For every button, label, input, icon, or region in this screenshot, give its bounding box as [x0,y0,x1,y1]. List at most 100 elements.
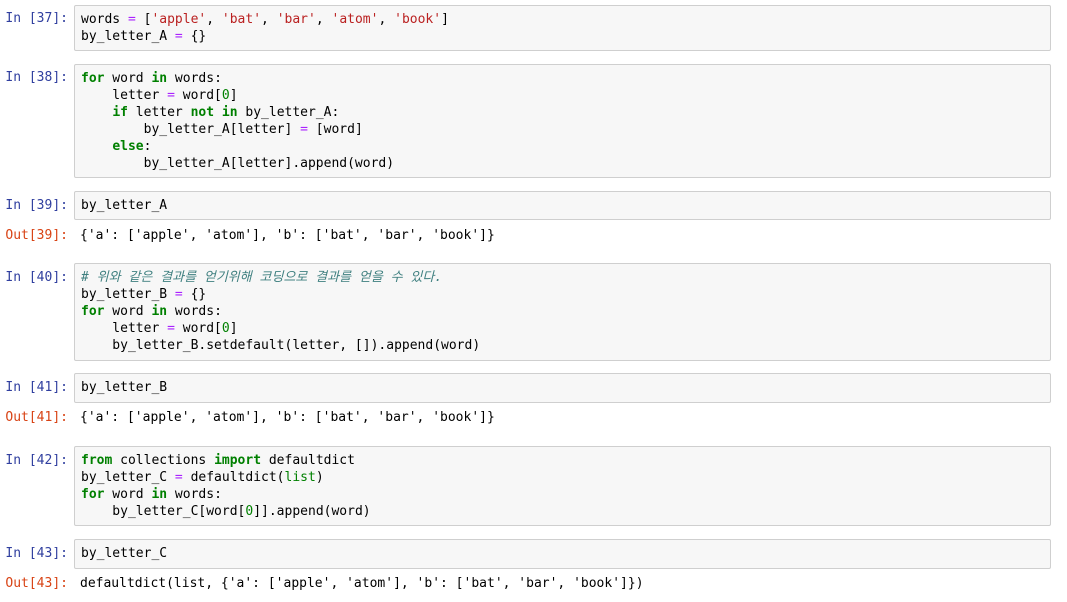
code-token: for [81,71,105,86]
code-cell[interactable]: from collections import defaultdict by_le… [74,446,1051,526]
code-token: in [221,105,238,120]
input-prompt: In [41]: [5,380,68,395]
code-line: if letter not in by_letter_A: [81,104,1044,121]
cell-output: {'a': ['apple', 'atom'], 'b': ['bat', 'b… [80,410,495,425]
code-token: letter [127,105,191,120]
code-line: by_letter_B.setdefault(letter, []).appen… [81,337,1044,354]
code-token: word [104,487,152,502]
cell-output: {'a': ['apple', 'atom'], 'b': ['bat', 'b… [80,228,495,243]
code-token: [word] [307,122,363,137]
code-token: word[ [174,88,222,103]
code-token: : [143,139,152,154]
output-prompt: Out[41]: [5,410,68,425]
code-token: defaultdict( [182,470,285,485]
code-token: list [284,470,316,485]
code-line: by_letter_C[word[0]].append(word) [81,503,1044,520]
code-line: by_letter_A = {} [81,28,1044,45]
code-token: from [81,453,113,468]
code-line: by_letter_B = {} [81,286,1044,303]
code-token: = [174,287,183,302]
code-token: by_letter_B.setdefault(letter, []).appen… [81,338,481,353]
code-token: {} [182,287,207,302]
code-token: = [174,29,183,44]
code-line: for word in words: [81,486,1044,503]
output-prompt: Out[39]: [5,228,68,243]
code-token: not [190,105,215,120]
code-line: words = ['apple', 'bat', 'bar', 'atom', … [81,11,1044,28]
code-token: words [81,12,128,27]
code-token: 'book' [394,12,442,27]
code-token: , [206,12,222,27]
code-token: = [167,88,175,103]
code-token: ) [315,470,324,485]
code-token: else [112,139,144,154]
input-prompt: In [40]: [5,270,68,285]
code-token: by_letter_B [81,380,168,395]
code-token: ] [441,12,449,27]
code-token: words: [167,71,222,86]
code-token: 'bar' [276,12,316,27]
code-token: 0 [221,88,230,103]
code-token: in [151,487,168,502]
code-token: = [300,122,308,137]
code-token: ] [229,321,238,336]
input-prompt: In [37]: [5,11,68,26]
code-token: , [378,12,395,27]
code-line: letter = word[0] [81,87,1044,104]
code-token: in [151,71,168,86]
code-token: defaultdict [261,453,355,468]
code-token: ] [229,88,238,103]
code-token: by_letter_B [81,287,175,302]
code-cell[interactable]: words = ['apple', 'bat', 'bar', 'atom', … [74,5,1051,51]
code-token: = [174,470,183,485]
code-token: {} [182,29,207,44]
code-token: by_letter_C [81,470,175,485]
output-prompt: Out[43]: [5,576,68,591]
code-line: # 위와 같은 결과를 얻기위해 코딩으로 결과를 얻을 수 있다. [81,269,1044,286]
code-token: [ [135,12,152,27]
code-cell[interactable]: # 위와 같은 결과를 얻기위해 코딩으로 결과를 얻을 수 있다. by_let… [74,263,1051,361]
input-prompt: In [42]: [5,453,68,468]
code-cell[interactable]: for word in words: letter = word[0] if l… [74,64,1051,178]
code-line: for word in words: [81,70,1044,87]
code-cell[interactable]: by_letter_A [74,191,1051,220]
code-line: by_letter_A [81,197,1044,214]
input-prompt: In [38]: [5,70,68,85]
input-prompt: In [43]: [5,546,68,561]
code-comment: # 위와 같은 결과를 얻기위해 코딩으로 결과를 얻을 수 있다. [81,270,443,285]
code-token: by_letter_C [81,546,168,561]
code-cell[interactable]: by_letter_C [74,539,1051,569]
code-line: by_letter_A[letter].append(word) [81,155,1044,172]
code-cell[interactable]: by_letter_B [74,373,1051,403]
code-token: 'atom' [331,12,379,27]
code-token: = [167,321,175,336]
code-line: by_letter_C [81,545,1044,562]
code-token: for [81,487,105,502]
code-token: by_letter_A [81,29,175,44]
code-token: , [315,12,332,27]
code-token: ]].append(word) [253,504,371,519]
code-token: by_letter_A[letter].append(word) [81,156,395,171]
code-token: words: [167,304,222,319]
code-line: by_letter_B [81,379,1044,396]
code-token: word[ [174,321,222,336]
code-line: for word in words: [81,303,1044,320]
code-token: letter [81,88,168,103]
code-line: else: [81,138,1044,155]
code-token: 'apple' [151,12,207,27]
code-token: by_letter_C[word[ [81,504,246,519]
code-token: by_letter_A [81,198,168,213]
code-token: word [104,304,152,319]
code-token: 0 [221,321,230,336]
code-token: by_letter_A[letter] [81,122,301,137]
code-token: for [81,304,105,319]
code-token: , [261,12,277,27]
code-line: by_letter_C = defaultdict(list) [81,469,1044,486]
code-token: in [151,304,168,319]
code-line: letter = word[0] [81,320,1044,337]
code-token: if [112,105,128,120]
cell-output: defaultdict(list, {'a': ['apple', 'atom'… [80,576,644,591]
code-token: = [127,12,136,27]
